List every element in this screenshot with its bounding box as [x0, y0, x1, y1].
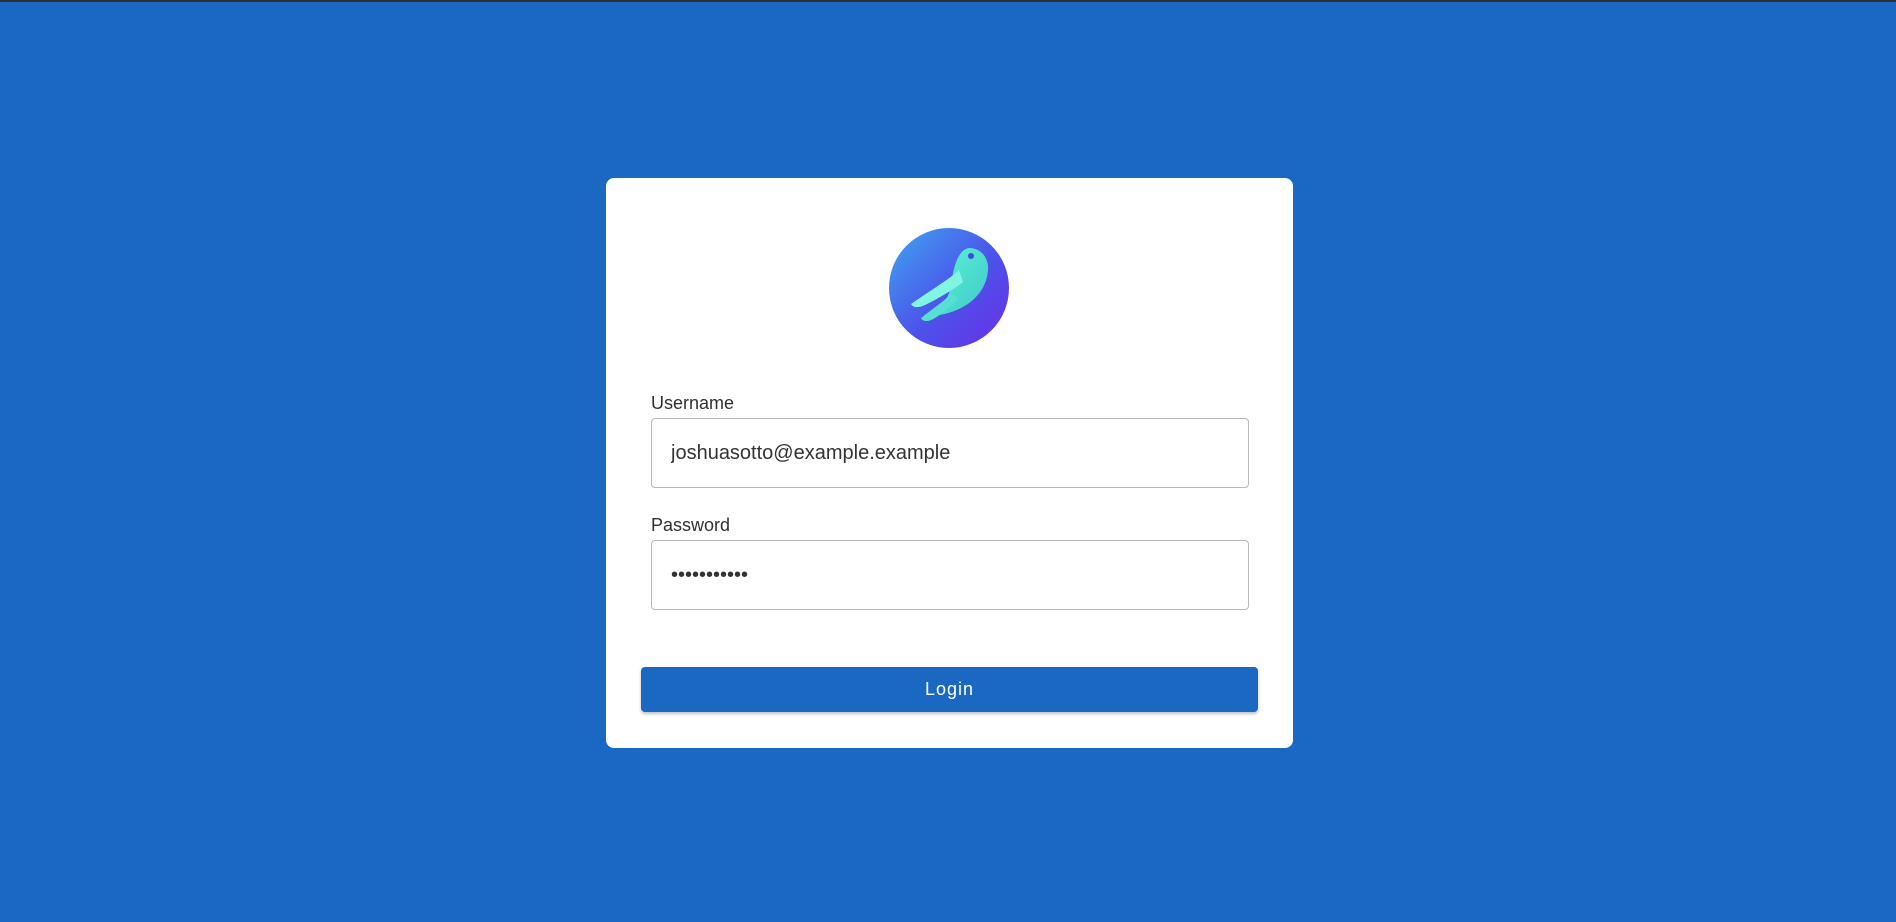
login-page: Username Password Login [0, 0, 1896, 922]
username-input[interactable] [651, 418, 1249, 488]
login-card: Username Password Login [606, 178, 1293, 748]
username-label: Username [651, 393, 735, 413]
password-label: Password [651, 515, 731, 535]
bird-logo-icon [889, 228, 1009, 348]
login-button[interactable]: Login [641, 667, 1258, 712]
password-input[interactable] [651, 540, 1249, 610]
